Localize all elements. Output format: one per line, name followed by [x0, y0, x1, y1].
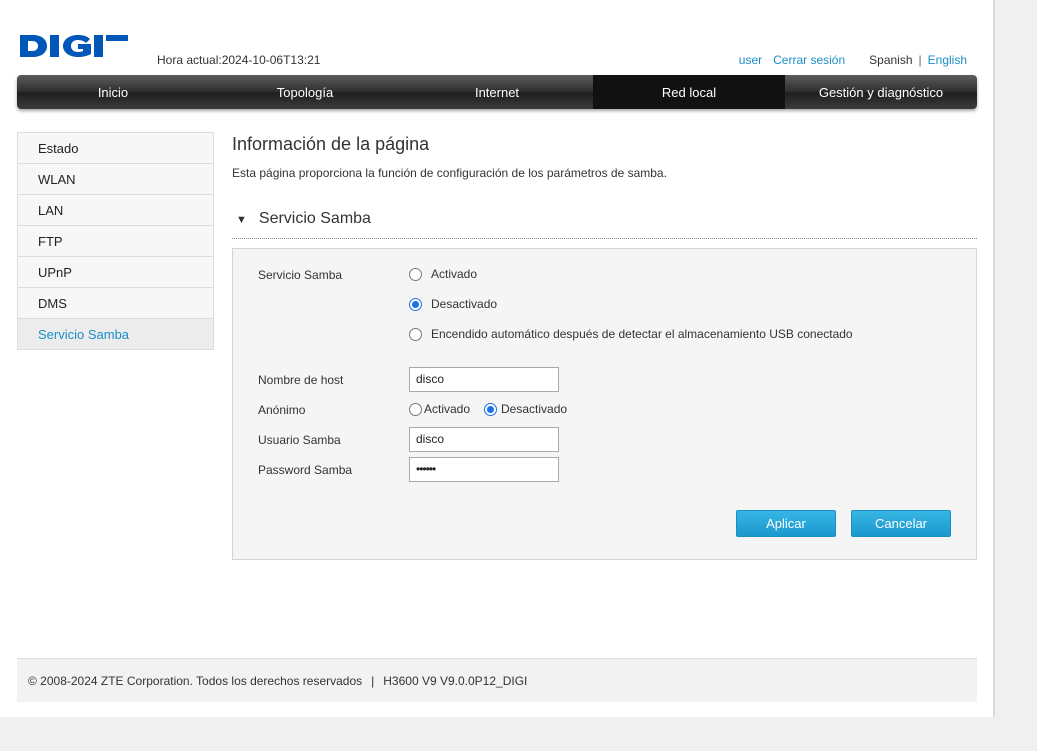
- radio-circle[interactable]: [409, 267, 422, 281]
- footer-separator: |: [371, 673, 375, 688]
- page-description: Esta página proporciona la función de co…: [232, 166, 667, 180]
- user-link[interactable]: user: [739, 53, 762, 67]
- radio-label: Desactivado: [431, 297, 498, 311]
- firmware-version: H3600 V9 V9.0.0P12_DIGI: [383, 673, 528, 688]
- samba-user-label: Usuario Samba: [258, 433, 341, 447]
- page-title: Información de la página: [232, 134, 430, 154]
- tab-topologia[interactable]: Topología: [209, 75, 401, 109]
- sidebar-item-lan[interactable]: LAN: [18, 195, 213, 226]
- lang-spanish[interactable]: Spanish: [869, 53, 912, 67]
- lang-separator: |: [918, 53, 922, 67]
- top-links: user Cerrar sesión Spanish | English: [739, 53, 967, 67]
- footer: © 2008-2024 ZTE Corporation. Todos los d…: [17, 658, 977, 702]
- main-nav: Inicio Topología Internet Red local Gest…: [17, 75, 977, 109]
- sidebar-item-estado[interactable]: Estado: [18, 133, 213, 164]
- sidebar-item-servicio-samba[interactable]: Servicio Samba: [18, 319, 213, 350]
- tab-internet[interactable]: Internet: [401, 75, 593, 109]
- service-radio-auto-usb[interactable]: Encendido automático después de detectar…: [409, 327, 853, 341]
- anon-radio-desactivado[interactable]: Desactivado: [484, 402, 567, 416]
- sidebar-item-upnp[interactable]: UPnP: [18, 257, 213, 288]
- section-title: Servicio Samba: [258, 210, 371, 227]
- sidebar: Estado WLAN LAN FTP UPnP DMS Servicio Sa…: [17, 132, 214, 350]
- page: Hora actual:2024-10-06T13:21 user Cerrar…: [0, 0, 995, 717]
- cancel-button[interactable]: Cancelar: [851, 510, 951, 537]
- samba-password-input[interactable]: ••••••: [409, 457, 559, 482]
- radio-label: Desactivado: [501, 402, 568, 416]
- service-label: Servicio Samba: [258, 268, 343, 282]
- logout-link[interactable]: Cerrar sesión: [773, 53, 845, 67]
- service-radio-desactivado[interactable]: Desactivado: [409, 297, 497, 311]
- tab-inicio[interactable]: Inicio: [17, 75, 209, 109]
- radio-circle-selected[interactable]: [484, 402, 497, 416]
- section-header[interactable]: ▼ Servicio Samba: [232, 210, 977, 239]
- hostname-label: Nombre de host: [258, 373, 344, 387]
- radio-label: Activado: [424, 402, 471, 416]
- samba-password-label: Password Samba: [258, 463, 353, 477]
- anon-radio-activado[interactable]: Activado: [409, 402, 470, 416]
- radio-circle[interactable]: [409, 327, 422, 341]
- radio-label: Activado: [431, 267, 478, 281]
- radio-label: Encendido automático después de detectar…: [431, 327, 853, 341]
- samba-user-input[interactable]: disco: [409, 427, 559, 452]
- radio-circle[interactable]: [409, 402, 422, 416]
- radio-circle-selected[interactable]: [409, 297, 422, 311]
- anon-label: Anónimo: [258, 403, 306, 417]
- tab-gestion-diagnostico[interactable]: Gestión y diagnóstico: [785, 75, 977, 109]
- apply-button[interactable]: Aplicar: [736, 510, 836, 537]
- service-radio-activado[interactable]: Activado: [409, 267, 477, 281]
- sidebar-item-dms[interactable]: DMS: [18, 288, 213, 319]
- samba-form-panel: Servicio Samba Activado Desactivado Ence…: [232, 248, 977, 560]
- hostname-input[interactable]: disco: [409, 367, 559, 392]
- sidebar-item-ftp[interactable]: FTP: [18, 226, 213, 257]
- sidebar-item-wlan[interactable]: WLAN: [18, 164, 213, 195]
- lang-english-link[interactable]: English: [928, 53, 967, 67]
- copyright-text: © 2008-2024 ZTE Corporation. Todos los d…: [28, 673, 363, 688]
- tab-red-local[interactable]: Red local: [593, 75, 785, 109]
- triangle-down-icon[interactable]: ▼: [236, 214, 247, 226]
- digi-logo: [20, 35, 128, 57]
- current-time: Hora actual:2024-10-06T13:21: [157, 53, 321, 67]
